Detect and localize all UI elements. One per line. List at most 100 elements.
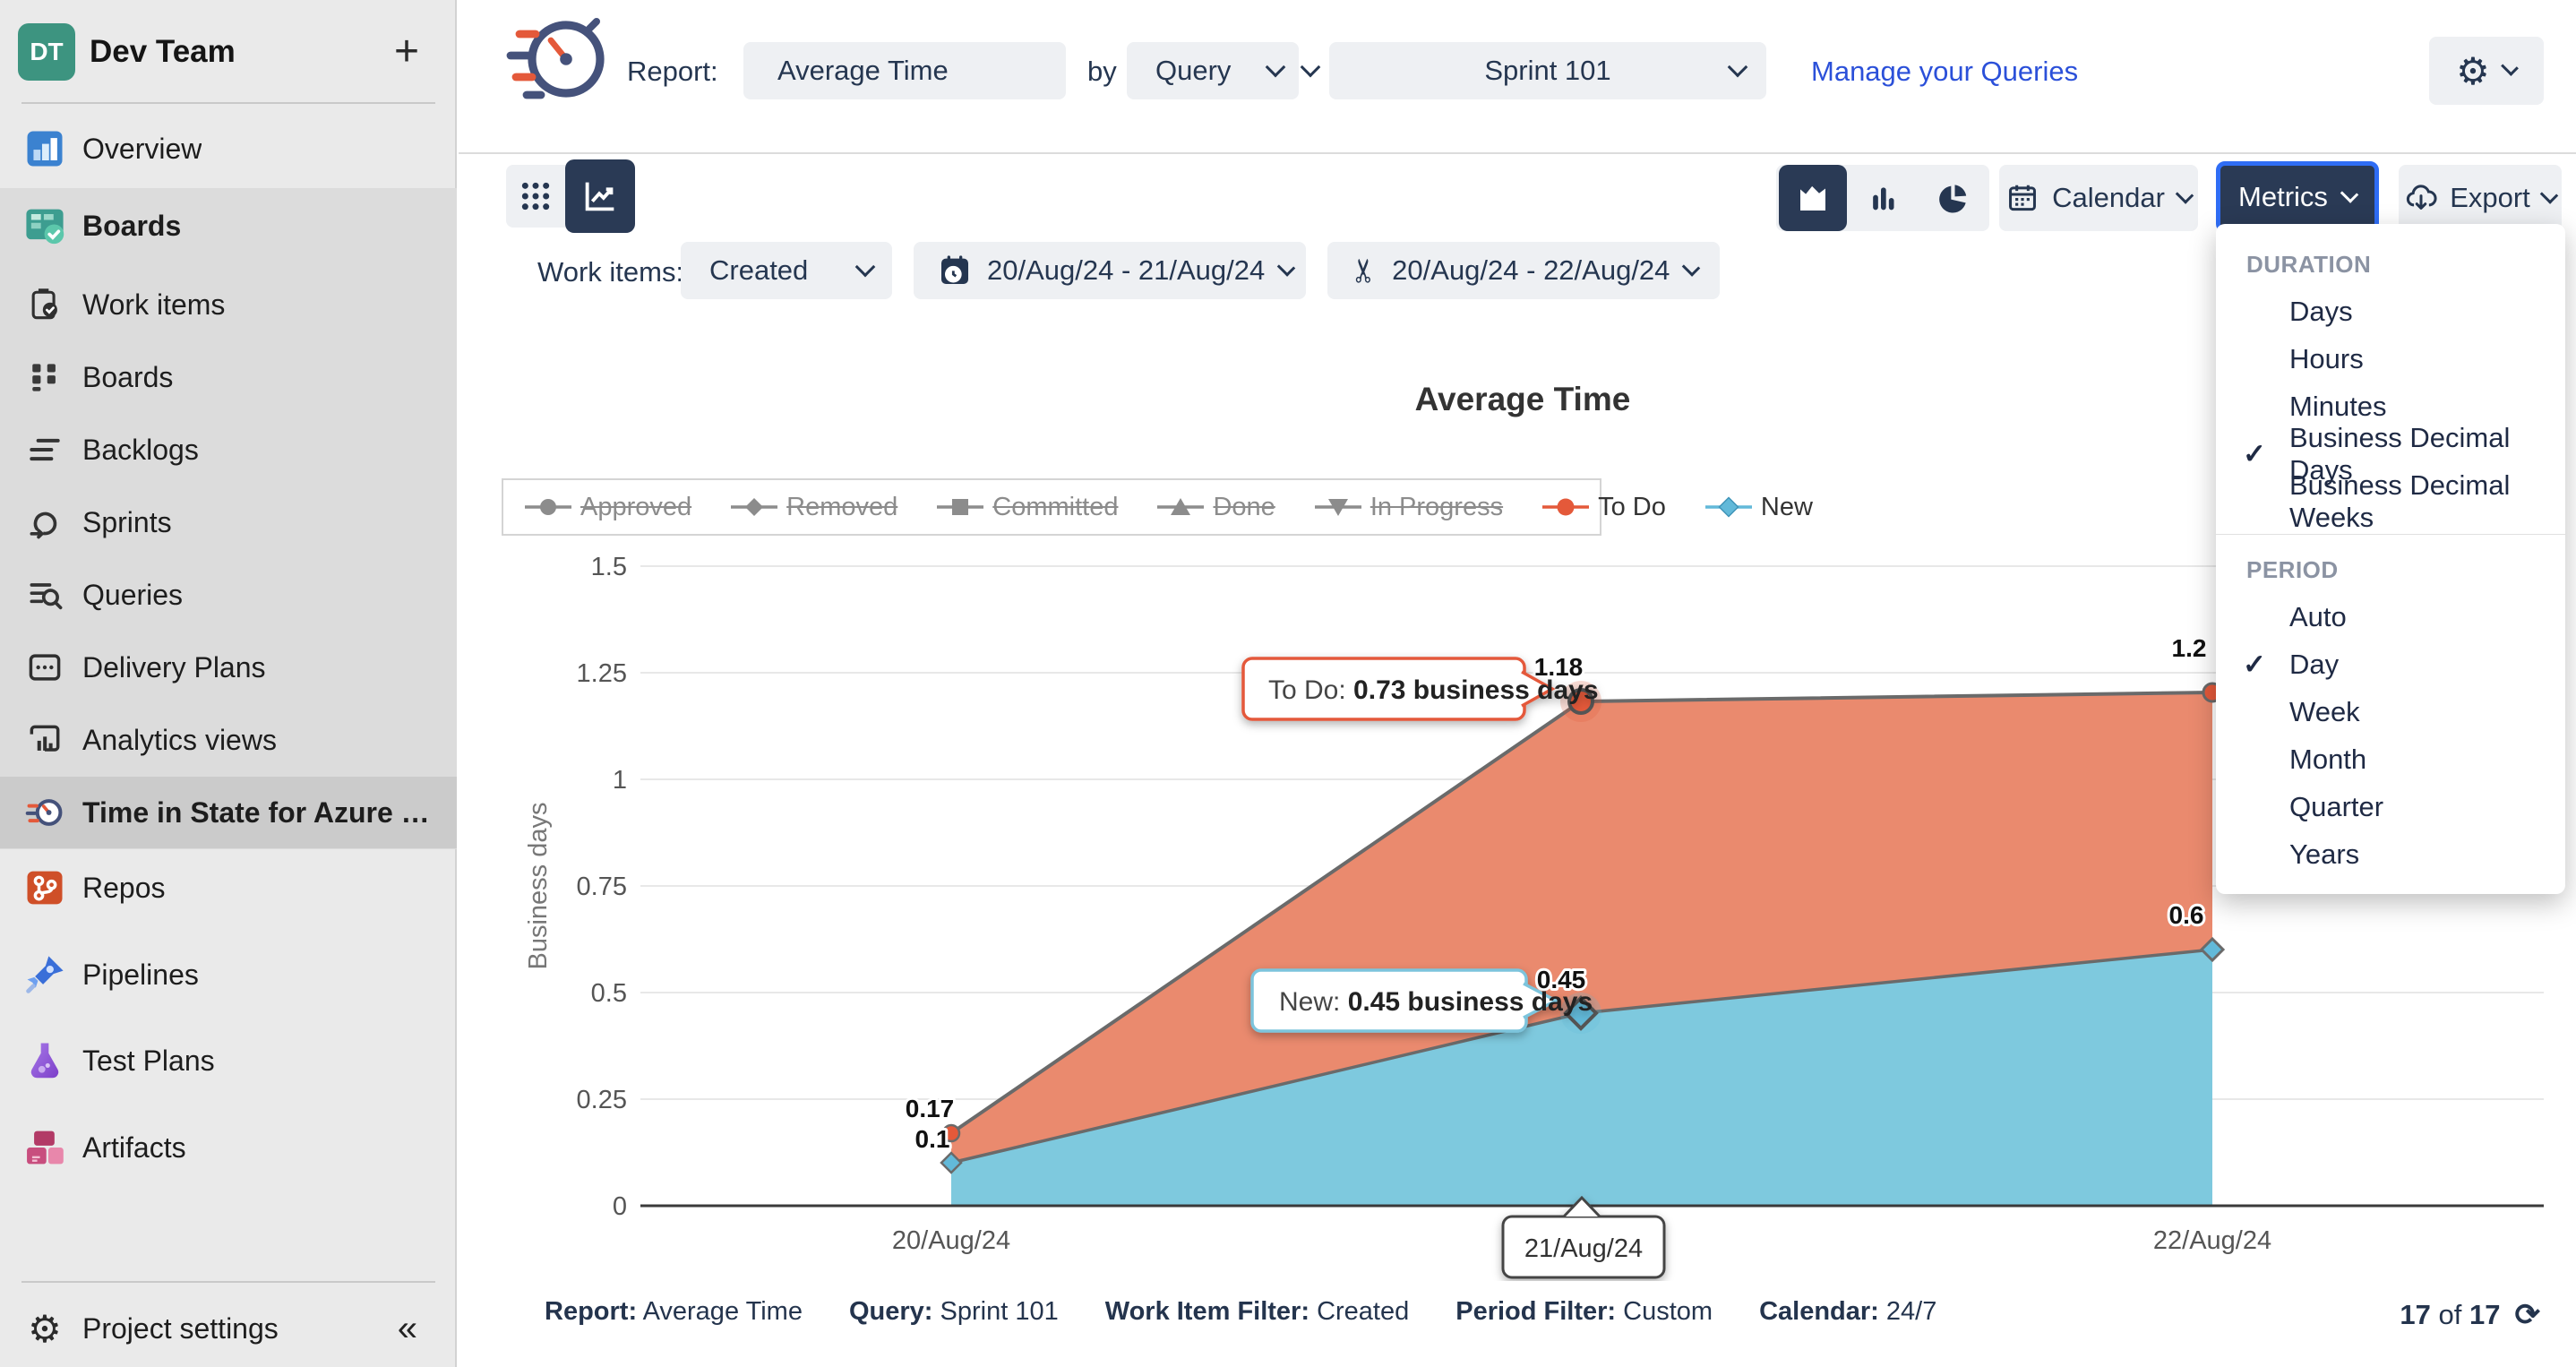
report-select[interactable]: Average Time xyxy=(743,42,1066,99)
x-tick-20aug: 20/Aug/24 xyxy=(892,1226,1010,1255)
collapse-sidebar-icon[interactable]: « xyxy=(398,1309,417,1349)
gear-icon: ⚙ xyxy=(16,1307,73,1351)
legend-item-new[interactable]: New xyxy=(1705,493,1813,522)
legend-item-removed[interactable]: Removed xyxy=(731,493,897,522)
date-range-value: 20/Aug/24 - 21/Aug/24 xyxy=(987,254,1265,287)
pie-chart-button[interactable] xyxy=(1919,165,1987,231)
sprints-icon xyxy=(16,503,73,542)
divider xyxy=(21,102,435,104)
query-select[interactable]: Sprint 101 xyxy=(1329,42,1766,99)
divider xyxy=(21,1281,435,1283)
y-tick: 1.25 xyxy=(577,659,627,688)
repos-icon xyxy=(16,864,73,911)
trim-range-select[interactable]: ✂ 20/Aug/24 - 22/Aug/24 xyxy=(1327,242,1720,299)
check-icon: ✓ xyxy=(2243,649,2289,681)
team-avatar: DT xyxy=(18,23,75,81)
sidebar-item-time-in-state[interactable]: Time in State for Azure DevO... xyxy=(0,777,457,848)
sidebar-item-delivery-plans[interactable]: Delivery Plans xyxy=(0,632,457,703)
export-button[interactable]: Export xyxy=(2399,165,2562,231)
menu-item-week[interactable]: Week xyxy=(2216,688,2565,735)
add-icon[interactable]: + xyxy=(394,30,419,73)
refresh-icon[interactable]: ⟳ xyxy=(2515,1297,2541,1333)
artifacts-icon xyxy=(16,1124,73,1171)
sidebar-item-label: Project settings xyxy=(82,1312,279,1346)
chevron-down-icon xyxy=(2176,185,2194,204)
sidebar-item-boards[interactable]: Boards xyxy=(0,341,457,413)
menu-item-hours[interactable]: Hours xyxy=(2216,335,2565,383)
check-icon: ✓ xyxy=(2243,438,2289,470)
work-items-icon xyxy=(16,285,73,324)
area-chart-button[interactable] xyxy=(1779,165,1847,231)
menu-item-day[interactable]: ✓Day xyxy=(2216,641,2565,688)
chevron-down-icon xyxy=(1277,258,1296,277)
chevron-down-icon xyxy=(855,257,876,278)
calendar-button-label: Calendar xyxy=(2052,182,2165,214)
sidebar-item-artifacts[interactable]: Artifacts xyxy=(0,1112,457,1183)
by-label: by xyxy=(1087,56,1117,88)
menu-item-auto[interactable]: Auto xyxy=(2216,593,2565,641)
menu-item-years[interactable]: Years xyxy=(2216,830,2565,878)
team-header[interactable]: DT Dev Team + xyxy=(0,14,457,90)
calendar-button[interactable]: Calendar xyxy=(1999,165,2198,231)
metrics-button[interactable]: Metrics xyxy=(2216,161,2379,233)
y-tick: 0.25 xyxy=(577,1086,627,1114)
chart-view-button[interactable] xyxy=(565,159,635,233)
data-label: 0.6 xyxy=(2169,901,2204,929)
sidebar-item-overview[interactable]: Overview xyxy=(0,113,457,185)
group-by-value: Query xyxy=(1155,55,1231,87)
boards-hub-icon xyxy=(16,202,73,249)
sidebar-item-pipelines[interactable]: Pipelines xyxy=(0,939,457,1010)
sidebar-item-work-items[interactable]: Work items xyxy=(0,269,457,340)
x-tick-22aug: 22/Aug/24 xyxy=(2153,1226,2271,1255)
divider xyxy=(2216,534,2565,535)
sidebar-item-project-settings[interactable]: ⚙ Project settings « xyxy=(0,1293,457,1364)
settings-button[interactable]: ⚙ xyxy=(2429,37,2544,105)
data-label: 0.17 xyxy=(906,1095,955,1122)
chevron-down-icon xyxy=(1301,57,1321,78)
grid-view-button[interactable] xyxy=(506,165,565,228)
time-in-state-icon xyxy=(16,793,73,832)
delivery-plans-icon xyxy=(16,648,73,687)
queries-icon xyxy=(16,575,73,615)
chevron-down-icon xyxy=(2501,58,2519,76)
legend-item-to-do[interactable]: To Do xyxy=(1542,493,1666,522)
bar-chart-button[interactable] xyxy=(1847,165,1919,231)
legend-item-in-progress[interactable]: In Progress xyxy=(1315,493,1503,522)
chevron-down-icon xyxy=(1728,57,1748,78)
sidebar-item-label: Time in State for Azure DevO... xyxy=(82,796,432,830)
sidebar-item-boards-hub[interactable]: Boards xyxy=(0,190,457,262)
menu-section-duration: DURATION xyxy=(2216,238,2565,288)
legend-item-approved[interactable]: Approved xyxy=(525,493,691,522)
sidebar-item-test-plans[interactable]: Test Plans xyxy=(0,1025,457,1096)
legend-item-committed[interactable]: Committed xyxy=(937,493,1118,522)
menu-item-quarter[interactable]: Quarter xyxy=(2216,783,2565,830)
sidebar-item-repos[interactable]: Repos xyxy=(0,852,457,924)
sidebar-item-label: Boards xyxy=(82,361,173,394)
y-tick: 0 xyxy=(613,1192,627,1221)
sidebar-item-label: Sprints xyxy=(82,506,172,539)
metrics-button-label: Metrics xyxy=(2238,181,2328,213)
menu-item-month[interactable]: Month xyxy=(2216,735,2565,783)
app-logo-icon xyxy=(505,9,609,117)
sidebar-item-analytics-views[interactable]: Analytics views xyxy=(0,704,457,776)
boards-icon xyxy=(16,357,73,397)
sidebar: DT Dev Team + Overview B xyxy=(0,0,457,1367)
sidebar-item-backlogs[interactable]: Backlogs xyxy=(0,414,457,486)
status-bar: Report: Average Time Query: Sprint 101 W… xyxy=(545,1297,1936,1327)
sidebar-item-queries[interactable]: Queries xyxy=(0,559,457,631)
sidebar-item-sprints[interactable]: Sprints xyxy=(0,486,457,558)
legend-item-done[interactable]: Done xyxy=(1157,493,1275,522)
report-select-value: Average Time xyxy=(777,55,949,87)
chevron-down-icon xyxy=(2540,185,2559,204)
chevron-down-icon xyxy=(1266,57,1286,78)
manage-queries-link[interactable]: Manage your Queries xyxy=(1811,56,2078,88)
date-range-select[interactable]: 20/Aug/24 - 21/Aug/24 xyxy=(914,242,1306,299)
scissors-icon: ✂ xyxy=(1345,257,1383,284)
work-items-filter-select[interactable]: Created xyxy=(681,242,892,299)
chevron-down-icon xyxy=(2340,185,2359,203)
menu-item-days[interactable]: Days xyxy=(2216,288,2565,335)
data-label: 1.2 xyxy=(2172,634,2207,662)
sidebar-item-label: Analytics views xyxy=(82,724,277,757)
group-by-select[interactable]: Query xyxy=(1127,42,1299,99)
menu-item-business-decimal-weeks[interactable]: Business Decimal Weeks xyxy=(2216,477,2565,525)
